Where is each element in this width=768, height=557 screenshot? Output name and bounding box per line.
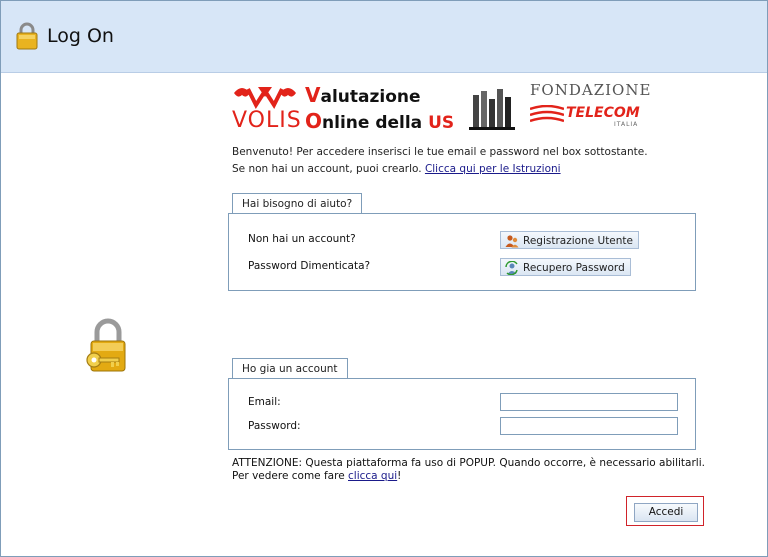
users-icon	[505, 235, 519, 248]
email-field[interactable]	[500, 393, 678, 411]
page-title: Log On	[47, 25, 114, 47]
no-account-label: Non hai un account?	[248, 233, 356, 245]
fondazione-wordmark: FONDAZIONE	[530, 81, 652, 99]
intro-line1: Benvenuto! Per accedere inserisci le tue…	[232, 146, 648, 158]
padlock-icon	[16, 22, 38, 50]
key-lock-icon	[86, 318, 126, 372]
logo-banner: VOLIS Valutazione Online della US FONDAZ…	[232, 81, 650, 133]
popup-warning-line1: ATTENZIONE: Questa piattaforma fa uso di…	[232, 457, 705, 469]
volis-wordmark: VOLIS	[232, 108, 302, 133]
help-panel: Non hai un account? Registrazione Utente…	[228, 213, 696, 291]
register-user-button[interactable]: Registrazione Utente	[500, 231, 640, 249]
popup-warning: ATTENZIONE: Questa piattaforma fa uso di…	[232, 457, 705, 483]
login-panel: Email: Password:	[228, 378, 696, 450]
tab-login[interactable]: Ho gia un account	[232, 358, 348, 379]
telecom-logo: TELECOM ITALIA	[530, 103, 642, 131]
password-label: Password:	[248, 420, 301, 432]
popup-warning-line2: Per vedere come fare clicca qui!	[232, 470, 402, 482]
telecom-stripes-icon	[530, 105, 564, 123]
password-field[interactable]	[500, 417, 678, 435]
intro-line2: Se non hai un account, puoi crearlo. Cli…	[232, 163, 561, 175]
cnr-logo-icon	[469, 89, 515, 130]
logo-title-line1: Valutazione	[305, 83, 421, 107]
recover-password-button[interactable]: Recupero Password	[500, 258, 631, 276]
logon-window: Log On VOLIS Valutazione Online della US…	[0, 0, 768, 557]
header-bar: Log On	[1, 1, 767, 73]
email-label: Email:	[248, 396, 281, 408]
instructions-link[interactable]: Clicca qui per le Istruzioni	[425, 163, 561, 175]
submit-highlight: Accedi	[626, 496, 704, 526]
accedi-button[interactable]: Accedi	[634, 503, 698, 522]
logo-title-line2: Online della US	[305, 109, 455, 133]
intro-text: Benvenuto! Per accedere inserisci le tue…	[232, 144, 648, 178]
popup-help-link[interactable]: clicca qui	[348, 470, 397, 482]
tab-help[interactable]: Hai bisogno di aiuto?	[232, 193, 363, 214]
refresh-user-icon	[505, 261, 518, 275]
forgot-password-label: Password Dimenticata?	[248, 260, 371, 272]
